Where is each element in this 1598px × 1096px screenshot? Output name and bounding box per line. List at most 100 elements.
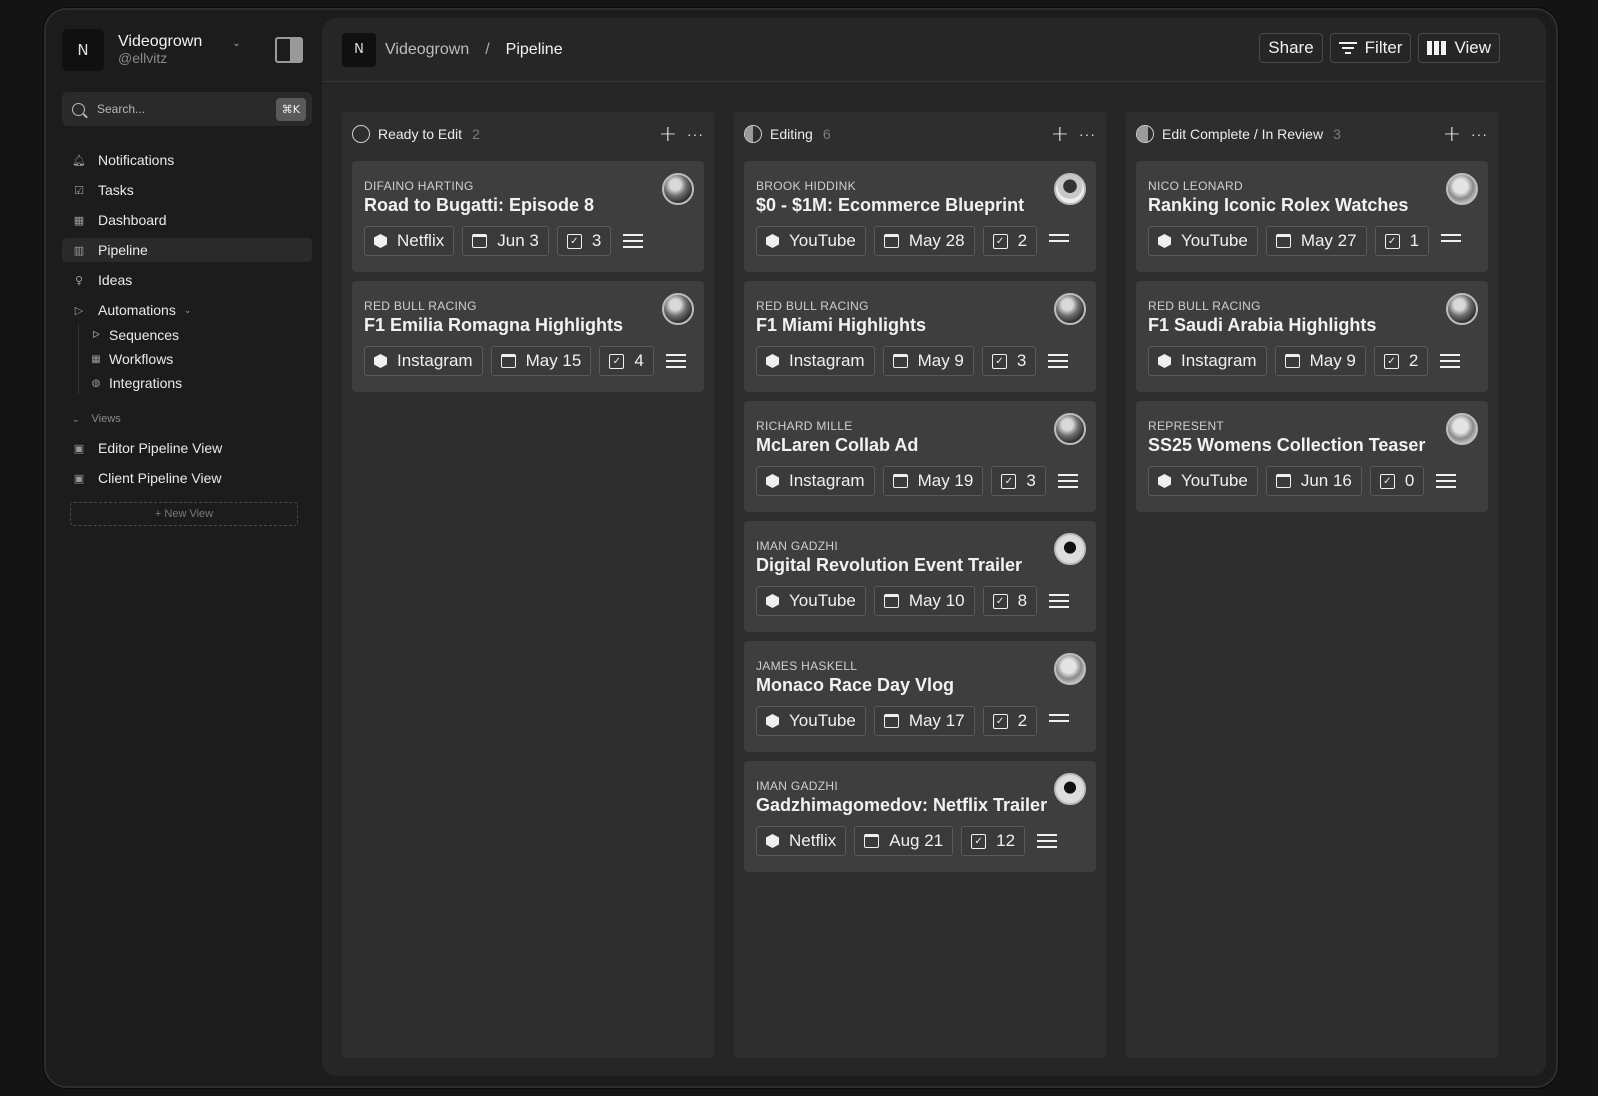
avatar[interactable] — [662, 293, 694, 325]
sidebar-item-notifications[interactable]: 🔔︎ Notifications — [62, 148, 312, 172]
menu-icon[interactable] — [623, 234, 644, 248]
sidebar-item-ideas[interactable]: ♀ Ideas — [62, 268, 312, 292]
pipeline-card[interactable]: RED BULL RACING F1 Miami Highlights Inst… — [744, 281, 1096, 392]
task-count-tag[interactable]: ✓ 12 — [961, 826, 1026, 856]
view-button[interactable]: View — [1418, 32, 1500, 63]
menu-icon[interactable] — [1037, 834, 1058, 848]
breadcrumb-workspace[interactable]: Videogrown — [385, 41, 469, 59]
pipeline-card[interactable]: RICHARD MILLE McLaren Collab Ad Instagra… — [744, 401, 1096, 512]
pipeline-card[interactable]: BROOK HIDDINK $0 - $1M: Ecommerce Bluepr… — [744, 161, 1096, 272]
due-date-tag[interactable]: May 19 — [882, 466, 984, 496]
platform-tag[interactable]: YouTube — [756, 706, 866, 736]
platform-tag[interactable]: YouTube — [1148, 226, 1258, 256]
platform-tag[interactable]: YouTube — [1148, 466, 1258, 496]
platform-tag[interactable]: Instagram — [756, 346, 875, 376]
due-date-tag[interactable]: May 15 — [490, 346, 592, 376]
task-count-tag[interactable]: ✓ 3 — [991, 466, 1046, 496]
pipeline-card[interactable]: RED BULL RACING F1 Emilia Romagna Highli… — [352, 281, 704, 392]
platform-tag[interactable]: Netflix — [364, 226, 455, 256]
menu-icon[interactable] — [1049, 714, 1070, 728]
menu-icon[interactable] — [1049, 594, 1070, 608]
calendar-icon — [864, 834, 880, 848]
pipeline-card[interactable]: IMAN GADZHI Gadzhimagomedov: Netflix Tra… — [744, 761, 1096, 872]
platform-tag[interactable]: Instagram — [364, 346, 483, 376]
task-count-tag[interactable]: ✓ 8 — [982, 586, 1038, 616]
avatar[interactable] — [1054, 773, 1086, 805]
sidebar-item-sequences[interactable]: ᐅ Sequences — [79, 324, 312, 346]
task-count-tag[interactable]: ✓ 2 — [1373, 346, 1429, 376]
platform-tag[interactable]: Instagram — [1148, 346, 1267, 376]
due-date-tag[interactable]: May 28 — [873, 226, 975, 256]
avatar[interactable] — [1054, 173, 1086, 205]
pipeline-card[interactable]: IMAN GADZHI Digital Revolution Event Tra… — [744, 521, 1096, 632]
due-date-tag[interactable]: May 27 — [1265, 226, 1367, 256]
due-date-label: Aug 21 — [889, 831, 944, 850]
sidebar-item-pipeline[interactable]: ▥ Pipeline — [62, 238, 312, 262]
task-count-tag[interactable]: ✓ 3 — [556, 226, 612, 256]
due-date-tag[interactable]: May 17 — [873, 706, 975, 736]
sidebar-toggle-icon[interactable] — [274, 37, 303, 63]
add-card-icon[interactable]: + — [1051, 122, 1069, 147]
task-count-tag[interactable]: ✓ 1 — [1374, 226, 1430, 256]
task-count-tag[interactable]: ✓ 2 — [982, 226, 1038, 256]
avatar[interactable] — [1446, 413, 1478, 445]
due-date-tag[interactable]: May 9 — [882, 346, 974, 376]
new-view-button[interactable]: + New View — [70, 502, 298, 526]
avatar[interactable] — [662, 173, 694, 205]
sidebar-item-tasks[interactable]: ☑ Tasks — [62, 178, 312, 202]
platform-tag[interactable]: Netflix — [756, 826, 847, 856]
pipeline-card[interactable]: RED BULL RACING F1 Saudi Arabia Highligh… — [1136, 281, 1488, 392]
task-count-tag[interactable]: ✓ 3 — [981, 346, 1037, 376]
search-bar[interactable]: ⌘K — [62, 92, 312, 126]
sidebar-item-editor-pipeline-view[interactable]: ▣ Editor Pipeline View — [62, 436, 312, 460]
search-input[interactable] — [97, 102, 276, 116]
add-card-icon[interactable]: + — [659, 122, 677, 147]
views-section-header[interactable]: ⌄ Views — [62, 410, 312, 428]
pipeline-card[interactable]: JAMES HASKELL Monaco Race Day Vlog YouTu… — [744, 641, 1096, 752]
platform-icon — [766, 234, 779, 248]
avatar[interactable] — [1054, 653, 1086, 685]
menu-icon[interactable] — [1049, 234, 1070, 248]
add-card-icon[interactable]: + — [1443, 122, 1461, 147]
sidebar-item-integrations[interactable]: ◍ Integrations — [79, 372, 312, 394]
filter-button[interactable]: Filter — [1329, 32, 1412, 63]
task-count-tag[interactable]: ✓ 0 — [1369, 466, 1425, 496]
platform-tag[interactable]: YouTube — [756, 586, 866, 616]
avatar[interactable] — [1054, 533, 1086, 565]
menu-icon[interactable] — [665, 354, 686, 368]
due-date-tag[interactable]: May 9 — [1274, 346, 1366, 376]
avatar[interactable] — [1054, 413, 1086, 445]
share-button[interactable]: Share — [1259, 32, 1323, 63]
sidebar-item-dashboard[interactable]: ▦ Dashboard — [62, 208, 312, 232]
pipeline-card[interactable]: NICO LEONARD Ranking Iconic Rolex Watche… — [1136, 161, 1488, 272]
menu-icon[interactable] — [1048, 354, 1069, 368]
pipeline-card[interactable]: REPRESENT SS25 Womens Collection Teaser … — [1136, 401, 1488, 512]
more-options-icon[interactable]: ··· — [1471, 126, 1488, 142]
sidebar-item-workflows[interactable]: ▦ Workflows — [79, 348, 312, 370]
task-count-tag[interactable]: ✓ 2 — [982, 706, 1038, 736]
avatar[interactable] — [1054, 293, 1086, 325]
more-options-icon[interactable]: ··· — [1079, 126, 1096, 142]
menu-icon[interactable] — [1057, 474, 1078, 488]
due-date-tag[interactable]: Jun 3 — [462, 226, 549, 256]
breadcrumb-logo[interactable]: N — [342, 32, 376, 67]
sidebar-item-client-pipeline-view[interactable]: ▣ Client Pipeline View — [62, 466, 312, 490]
platform-tag[interactable]: YouTube — [756, 226, 866, 256]
avatar[interactable] — [1446, 293, 1478, 325]
menu-icon[interactable] — [1436, 474, 1457, 488]
pipeline-card[interactable]: DIFAINO HARTING Road to Bugatti: Episode… — [352, 161, 704, 272]
due-date-tag[interactable]: Jun 16 — [1265, 466, 1362, 496]
more-options-icon[interactable]: ··· — [687, 126, 704, 142]
menu-icon[interactable] — [1440, 354, 1461, 368]
platform-tag[interactable]: Instagram — [756, 466, 875, 496]
sidebar-item-automations[interactable]: ▷ Automations ⌄ — [62, 298, 312, 322]
workspace-switcher[interactable]: N Videogrown @ellvitz ⌄ — [62, 26, 312, 74]
menu-icon[interactable] — [1441, 234, 1462, 248]
chevron-down-icon[interactable]: ⌄ — [232, 38, 240, 49]
chevron-down-icon[interactable]: ⌄ — [184, 305, 192, 316]
due-date-tag[interactable]: Aug 21 — [854, 826, 954, 856]
filter-label: Filter — [1364, 37, 1403, 57]
avatar[interactable] — [1446, 173, 1478, 205]
due-date-tag[interactable]: May 10 — [873, 586, 975, 616]
task-count-tag[interactable]: ✓ 4 — [599, 346, 654, 376]
